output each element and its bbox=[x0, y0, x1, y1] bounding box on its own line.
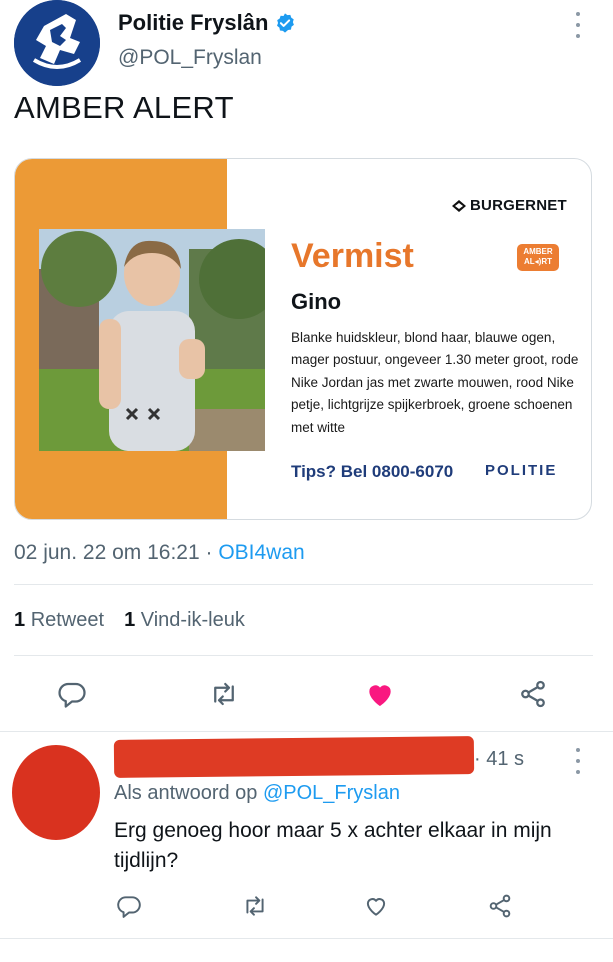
display-name[interactable]: Politie Fryslân bbox=[118, 10, 268, 36]
divider bbox=[14, 655, 593, 656]
like-stat[interactable]: 1 Vind-ik-leuk bbox=[124, 609, 245, 632]
author-row: Politie Fryslân bbox=[118, 10, 296, 36]
like-icon bbox=[369, 685, 391, 706]
missing-child-name: Gino bbox=[291, 289, 342, 314]
burgernet-label: BURGERNET bbox=[470, 197, 567, 214]
politie-logo-icon bbox=[14, 0, 100, 86]
replying-to: Als antwoord op @POL_Fryslan bbox=[114, 782, 400, 805]
divider bbox=[14, 584, 593, 585]
missing-child-description: Blanke huidskleur, blond haar, blauwe og… bbox=[291, 330, 579, 435]
tweet-actions bbox=[0, 672, 613, 716]
retweet-label: Retweet bbox=[30, 609, 105, 631]
amber-alert-badge: AMBER AL◂)RT bbox=[517, 244, 559, 271]
like-label: Vind-ik-leuk bbox=[140, 609, 245, 631]
politie-wordmark: POLITIE bbox=[485, 462, 558, 479]
amber-alert-card[interactable]: BURGERNET Vermist AMBER AL◂)RT Gino Blan… bbox=[14, 158, 592, 520]
reply-more-options-icon[interactable] bbox=[570, 748, 586, 774]
reply-separator bbox=[0, 938, 613, 939]
tweet-timestamp[interactable]: 02 jun. 22 om 16:21 bbox=[14, 541, 200, 564]
reply-like-button[interactable] bbox=[358, 888, 394, 924]
tweet-text: AMBER ALERT bbox=[14, 90, 234, 125]
missing-child-photo bbox=[39, 229, 265, 451]
author-handle[interactable]: @POL_Fryslan bbox=[118, 46, 262, 70]
retweet-icon bbox=[246, 896, 264, 916]
reply-icon bbox=[117, 896, 141, 918]
more-options-icon[interactable] bbox=[570, 12, 586, 38]
verified-badge-icon bbox=[277, 13, 295, 33]
meta-separator: · bbox=[205, 541, 213, 564]
retweet-count: 1 bbox=[14, 609, 26, 631]
reply-icon bbox=[58, 682, 86, 708]
burgernet-icon bbox=[452, 199, 466, 212]
retweet-stat[interactable]: 1 Retweet bbox=[14, 609, 104, 632]
share-icon bbox=[489, 894, 511, 918]
reply-reply-button[interactable] bbox=[111, 888, 147, 924]
reply-actions bbox=[0, 888, 613, 924]
card-heading: Vermist bbox=[291, 237, 414, 275]
tweet-separator bbox=[0, 731, 613, 732]
share-icon bbox=[521, 680, 545, 708]
like-icon bbox=[366, 898, 386, 916]
retweet-button[interactable] bbox=[202, 672, 246, 716]
badge-line-2: AL◂)RT bbox=[523, 257, 552, 266]
reply-prefix: Als antwoord op bbox=[114, 782, 258, 804]
tweet-stats: 1 Retweet 1 Vind-ik-leuk bbox=[14, 609, 245, 632]
like-count: 1 bbox=[124, 609, 136, 631]
tweet-source[interactable]: OBI4wan bbox=[218, 541, 304, 564]
reply-text: Erg genoeg hoor maar 5 x achter elkaar i… bbox=[114, 819, 552, 872]
tweet-meta: 02 jun. 22 om 16:21 · OBI4wan bbox=[14, 541, 305, 565]
badge-line-1: AMBER bbox=[523, 247, 553, 256]
politie-avatar[interactable] bbox=[14, 0, 100, 86]
like-button[interactable] bbox=[358, 672, 402, 716]
reply-timestamp[interactable]: · 41 s bbox=[474, 748, 524, 771]
reply-author-redacted bbox=[113, 736, 475, 778]
reply-avatar-redacted[interactable] bbox=[12, 745, 100, 840]
retweet-icon bbox=[214, 682, 234, 706]
burgernet-logo: BURGERNET bbox=[451, 197, 567, 214]
share-button[interactable] bbox=[511, 672, 555, 716]
reply-mention[interactable]: @POL_Fryslan bbox=[263, 782, 400, 804]
reply-share-button[interactable] bbox=[482, 888, 518, 924]
reply-button[interactable] bbox=[50, 672, 94, 716]
tips-phone: Tips? Bel 0800-6070 bbox=[291, 462, 454, 481]
reply-retweet-button[interactable] bbox=[237, 888, 273, 924]
